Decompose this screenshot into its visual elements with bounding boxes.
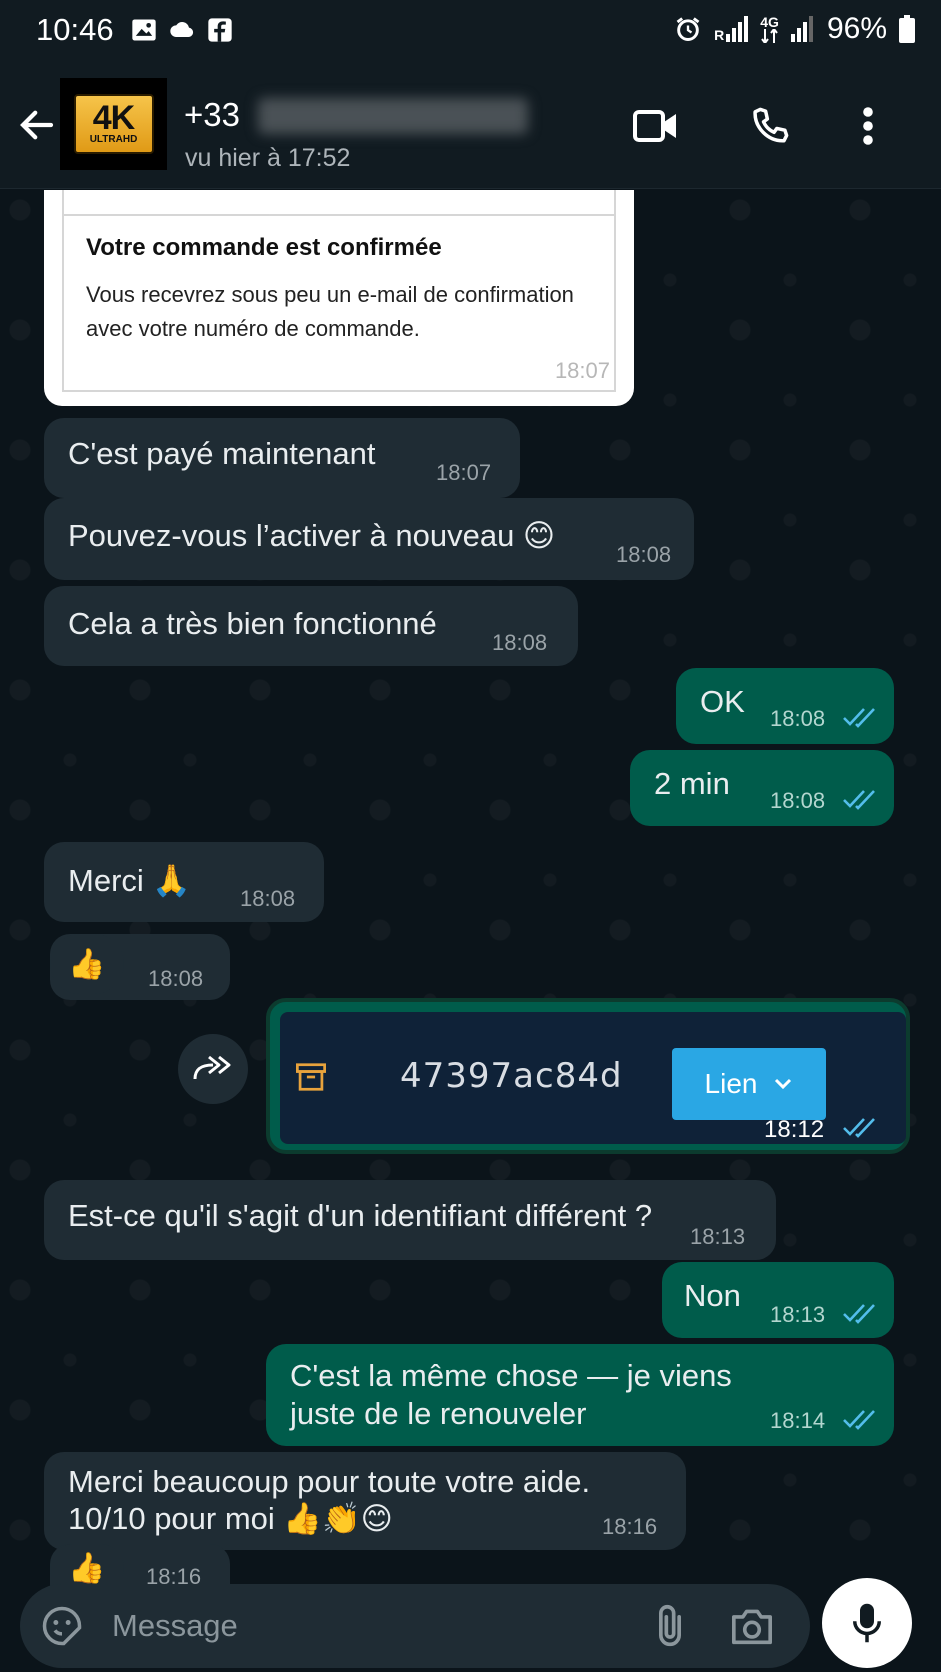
video-camera-icon [633, 110, 676, 142]
card-body: Vous recevrez sous peu un e-mail de conf… [86, 282, 574, 341]
forward-button[interactable] [178, 1034, 248, 1104]
message-incoming[interactable]: Pouvez-vous l’activer à nouveau 😊 18:08 [44, 498, 694, 580]
message-incoming[interactable]: C'est payé maintenant 18:07 [44, 418, 520, 498]
status-bar: 10:46 R 4G 96% [0, 0, 941, 62]
message-composer[interactable]: Message [20, 1584, 810, 1668]
message-input[interactable]: Message [112, 1608, 238, 1644]
message-time: 18:07 [436, 460, 492, 485]
message-time: 18:12 [764, 1116, 825, 1143]
message-incoming[interactable]: Cela a très bien fonctionné 18:08 [44, 586, 578, 666]
battery-icon [899, 15, 915, 43]
read-ticks-icon [843, 790, 875, 810]
voice-call-button[interactable] [744, 100, 796, 152]
message-time: 18:08 [240, 886, 296, 911]
message-time: 18:08 [148, 966, 204, 991]
lien-button[interactable]: Lien [672, 1048, 826, 1120]
reaction-message[interactable]: 👍 18:08 [50, 934, 230, 1000]
lien-button-label: Lien [704, 1068, 758, 1099]
gallery-icon [132, 19, 156, 41]
signal-r-icon: R [714, 16, 749, 43]
message-incoming[interactable]: Est-ce qu'il s'agit d'un identifiant dif… [44, 1180, 776, 1260]
last-seen-status: vu hier à 17:52 [185, 144, 351, 172]
message-time: 18:08 [770, 788, 826, 813]
signal-r-label: R [714, 27, 725, 43]
message-time: 18:13 [690, 1224, 746, 1249]
message-time: 18:14 [770, 1408, 826, 1433]
sticker-smiley-icon [42, 1606, 82, 1646]
message-text: Pouvez-vous l’activer à nouveau 😊 [68, 518, 556, 553]
forwarded-image-message[interactable]: 47397ac84d Lien 18:12 [266, 998, 910, 1154]
message-text-line-1: C'est la même chose — je viens [290, 1358, 732, 1393]
battery-percent: 96% [826, 12, 887, 45]
paperclip-icon [659, 1604, 681, 1647]
message-incoming[interactable]: Merci 🙏 18:08 [44, 842, 324, 922]
avatar-logo-subtext: ULTRAHD [89, 134, 138, 145]
camera-button[interactable] [730, 1604, 774, 1648]
facebook-icon [208, 18, 232, 42]
forward-arrow-icon [193, 1055, 231, 1080]
message-outgoing[interactable]: Non 18:13 [662, 1262, 894, 1338]
message-outgoing[interactable]: OK 18:08 [676, 668, 894, 744]
status-time: 10:46 [36, 12, 114, 47]
redacted-phone-number [258, 98, 528, 134]
identifier-code: 47397ac84d [400, 1056, 623, 1096]
message-incoming[interactable]: Merci beaucoup pour toute votre aide. 10… [44, 1452, 686, 1550]
card-title: Votre commande est confirmée [86, 234, 442, 261]
microphone-icon [853, 1603, 881, 1643]
archive-icon [296, 1063, 326, 1091]
signal-bars-icon [790, 16, 813, 42]
read-ticks-icon [843, 1118, 875, 1138]
voice-message-button[interactable] [822, 1578, 912, 1668]
message-text-line-1: Merci beaucoup pour toute votre aide. [68, 1464, 591, 1499]
message-text: C'est payé maintenant [68, 436, 376, 471]
thumbs-up-reaction[interactable]: 👍 [50, 934, 124, 994]
avatar-logo: 4K ULTRAHD [73, 94, 154, 154]
phone-icon [753, 107, 789, 143]
chevron-down-icon [775, 1078, 792, 1090]
signal-4g-label: 4G [760, 14, 779, 30]
emoji-sticker-button[interactable] [40, 1604, 84, 1648]
chat-header: 4K ULTRAHD +33 vu hier à 17:52 [0, 62, 941, 189]
card-divider [64, 214, 614, 216]
message-time: 18:16 [602, 1514, 658, 1539]
message-outgoing[interactable]: C'est la même chose — je viens juste de … [266, 1344, 894, 1446]
contact-name[interactable]: +33 [184, 96, 240, 134]
back-arrow-icon[interactable] [16, 104, 58, 146]
video-call-button[interactable] [630, 100, 682, 152]
more-options-button[interactable] [842, 100, 894, 152]
avatar[interactable]: 4K ULTRAHD [60, 78, 167, 170]
card-timestamp: 18:07 [554, 358, 610, 383]
message-time: 18:08 [616, 542, 672, 567]
attach-button[interactable] [648, 1604, 692, 1648]
read-ticks-icon [843, 1304, 875, 1324]
message-text: Cela a très bien fonctionné [68, 606, 437, 641]
message-time: 18:08 [492, 630, 548, 655]
cloud-icon [170, 22, 194, 38]
message-text: OK [700, 684, 745, 719]
alarm-icon [676, 17, 700, 41]
data-4g-icon: 4G [760, 15, 779, 43]
message-time: 18:08 [770, 706, 826, 731]
read-ticks-icon [843, 708, 875, 728]
message-text-line-2: 10/10 pour moi 👍👏😊 [68, 1501, 393, 1536]
message-outgoing[interactable]: 2 min 18:08 [630, 750, 894, 826]
message-text: 2 min [654, 766, 730, 801]
message-text: Merci 🙏 [68, 863, 191, 898]
message-text-line-2: juste de le renouveler [290, 1396, 587, 1431]
avatar-logo-text: 4K [92, 99, 135, 137]
camera-icon [731, 1609, 772, 1645]
message-time: 18:13 [770, 1302, 826, 1327]
order-confirmation-card[interactable]: Votre commande est confirmée Vous recevr… [44, 190, 634, 406]
message-text: Est-ce qu'il s'agit d'un identifiant dif… [68, 1198, 653, 1233]
read-ticks-icon [843, 1410, 875, 1430]
message-text: Non [684, 1278, 741, 1313]
more-vertical-icon [863, 107, 873, 145]
